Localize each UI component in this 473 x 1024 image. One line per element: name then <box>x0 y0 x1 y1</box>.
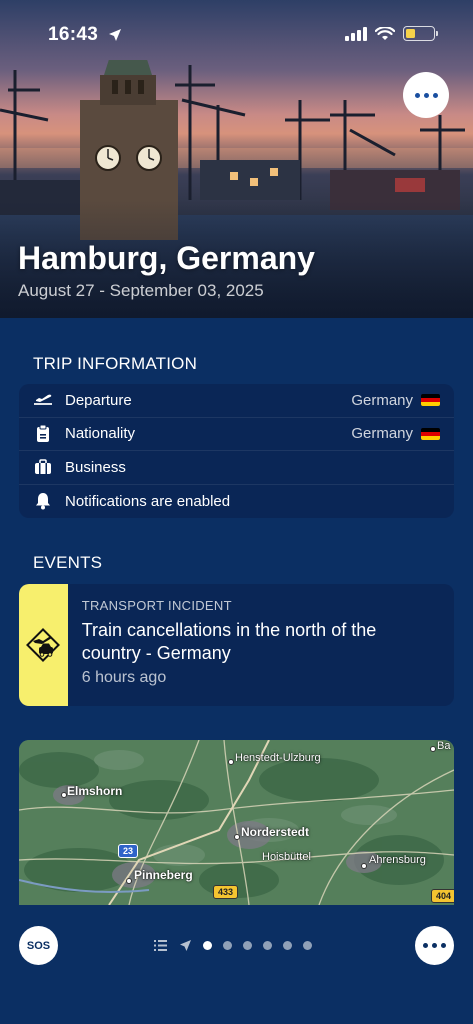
map-marker-norderstedt <box>234 834 240 840</box>
page-dot[interactable] <box>283 940 292 950</box>
status-indicators <box>345 26 438 41</box>
map-marker-henstedt <box>228 759 234 765</box>
trip-info-label: Departure <box>65 391 132 409</box>
map-place-pinneberg: Pinneberg <box>134 868 193 882</box>
location-arrow-icon <box>109 29 121 41</box>
airplane-departure-icon <box>33 390 53 410</box>
map-marker-ahrensburg <box>361 863 367 869</box>
sos-button[interactable]: SOS <box>19 926 58 965</box>
transport-incident-icon <box>26 628 61 662</box>
bottom-more-button[interactable] <box>415 926 454 965</box>
hero-image: 16:43 Hamburg, Germany August 27 - Septe… <box>0 0 473 318</box>
trip-info-value-text: Germany <box>351 391 413 409</box>
road-shield-23: 23 <box>118 844 139 858</box>
trip-info-row-business[interactable]: Business <box>19 451 454 485</box>
germany-flag-icon <box>421 427 440 440</box>
trip-information-heading: TRIP INFORMATION <box>33 354 198 373</box>
briefcase-icon <box>33 457 53 477</box>
event-category-strip <box>19 584 68 706</box>
trip-info-value: Germany <box>351 425 440 442</box>
id-badge-icon <box>33 424 53 444</box>
page-dot[interactable] <box>303 940 312 950</box>
trip-info-label: Nationality <box>65 425 136 443</box>
map-place-ba: Ba <box>437 740 451 752</box>
events-heading: EVENTS <box>33 553 103 572</box>
map-place-ahrensburg: Ahrensburg <box>369 854 426 866</box>
germany-flag-icon <box>421 394 440 407</box>
list-icon[interactable] <box>153 938 167 952</box>
event-time: 6 hours ago <box>81 669 167 686</box>
location-arrow-icon[interactable] <box>178 938 192 952</box>
trip-info-label: Business <box>65 458 126 476</box>
map-place-henstedt-ulzburg: Henstedt-Ulzburg <box>235 752 321 764</box>
trip-info-row-departure[interactable]: Departure Germany <box>19 384 454 418</box>
map-place-hoisbuettel: Hoisbüttel <box>262 851 311 863</box>
map-marker-ba <box>430 746 436 752</box>
page-dot[interactable] <box>243 940 252 950</box>
map-marker-pinneberg <box>126 878 132 884</box>
map-view[interactable]: Elmshorn Henstedt-Ulzburg Norderstedt Ho… <box>19 740 454 905</box>
event-title: Train cancellations in the north of the … <box>81 620 377 663</box>
event-content: TRANSPORT INCIDENT Train cancellations i… <box>68 584 454 706</box>
event-category: TRANSPORT INCIDENT <box>81 598 232 613</box>
trip-info-value: Germany <box>351 392 440 409</box>
page-dot[interactable] <box>263 940 272 950</box>
hero-more-button[interactable] <box>403 72 449 118</box>
bell-icon <box>33 491 53 511</box>
more-horizontal-icon <box>414 92 438 98</box>
page-indicator[interactable] <box>153 936 312 954</box>
trip-info-row-notifications[interactable]: Notifications are enabled <box>19 485 454 519</box>
wifi-icon <box>375 26 395 40</box>
trip-info-value-text: Germany <box>351 425 413 443</box>
map-place-elmshorn: Elmshorn <box>67 784 123 798</box>
trip-dates: August 27 - September 03, 2025 <box>18 281 264 300</box>
status-time: 16:43 <box>48 24 99 45</box>
battery-icon <box>403 26 438 41</box>
page-dot[interactable] <box>203 940 212 950</box>
road-shield-433: 433 <box>213 885 239 899</box>
more-horizontal-icon <box>423 943 446 948</box>
cellular-signal-icon <box>345 26 367 41</box>
map-place-norderstedt: Norderstedt <box>241 825 310 839</box>
destination-title: Hamburg, Germany <box>18 240 315 276</box>
event-card[interactable]: TRANSPORT INCIDENT Train cancellations i… <box>19 584 454 706</box>
trip-info-row-nationality[interactable]: Nationality Germany <box>19 418 454 451</box>
road-shield-404: 404 <box>431 889 454 903</box>
map-terrain <box>19 740 454 905</box>
page-dot[interactable] <box>223 940 232 950</box>
trip-information-card: Departure Germany Nationality Germany Bu… <box>19 384 454 518</box>
trip-info-label: Notifications are enabled <box>65 492 231 510</box>
